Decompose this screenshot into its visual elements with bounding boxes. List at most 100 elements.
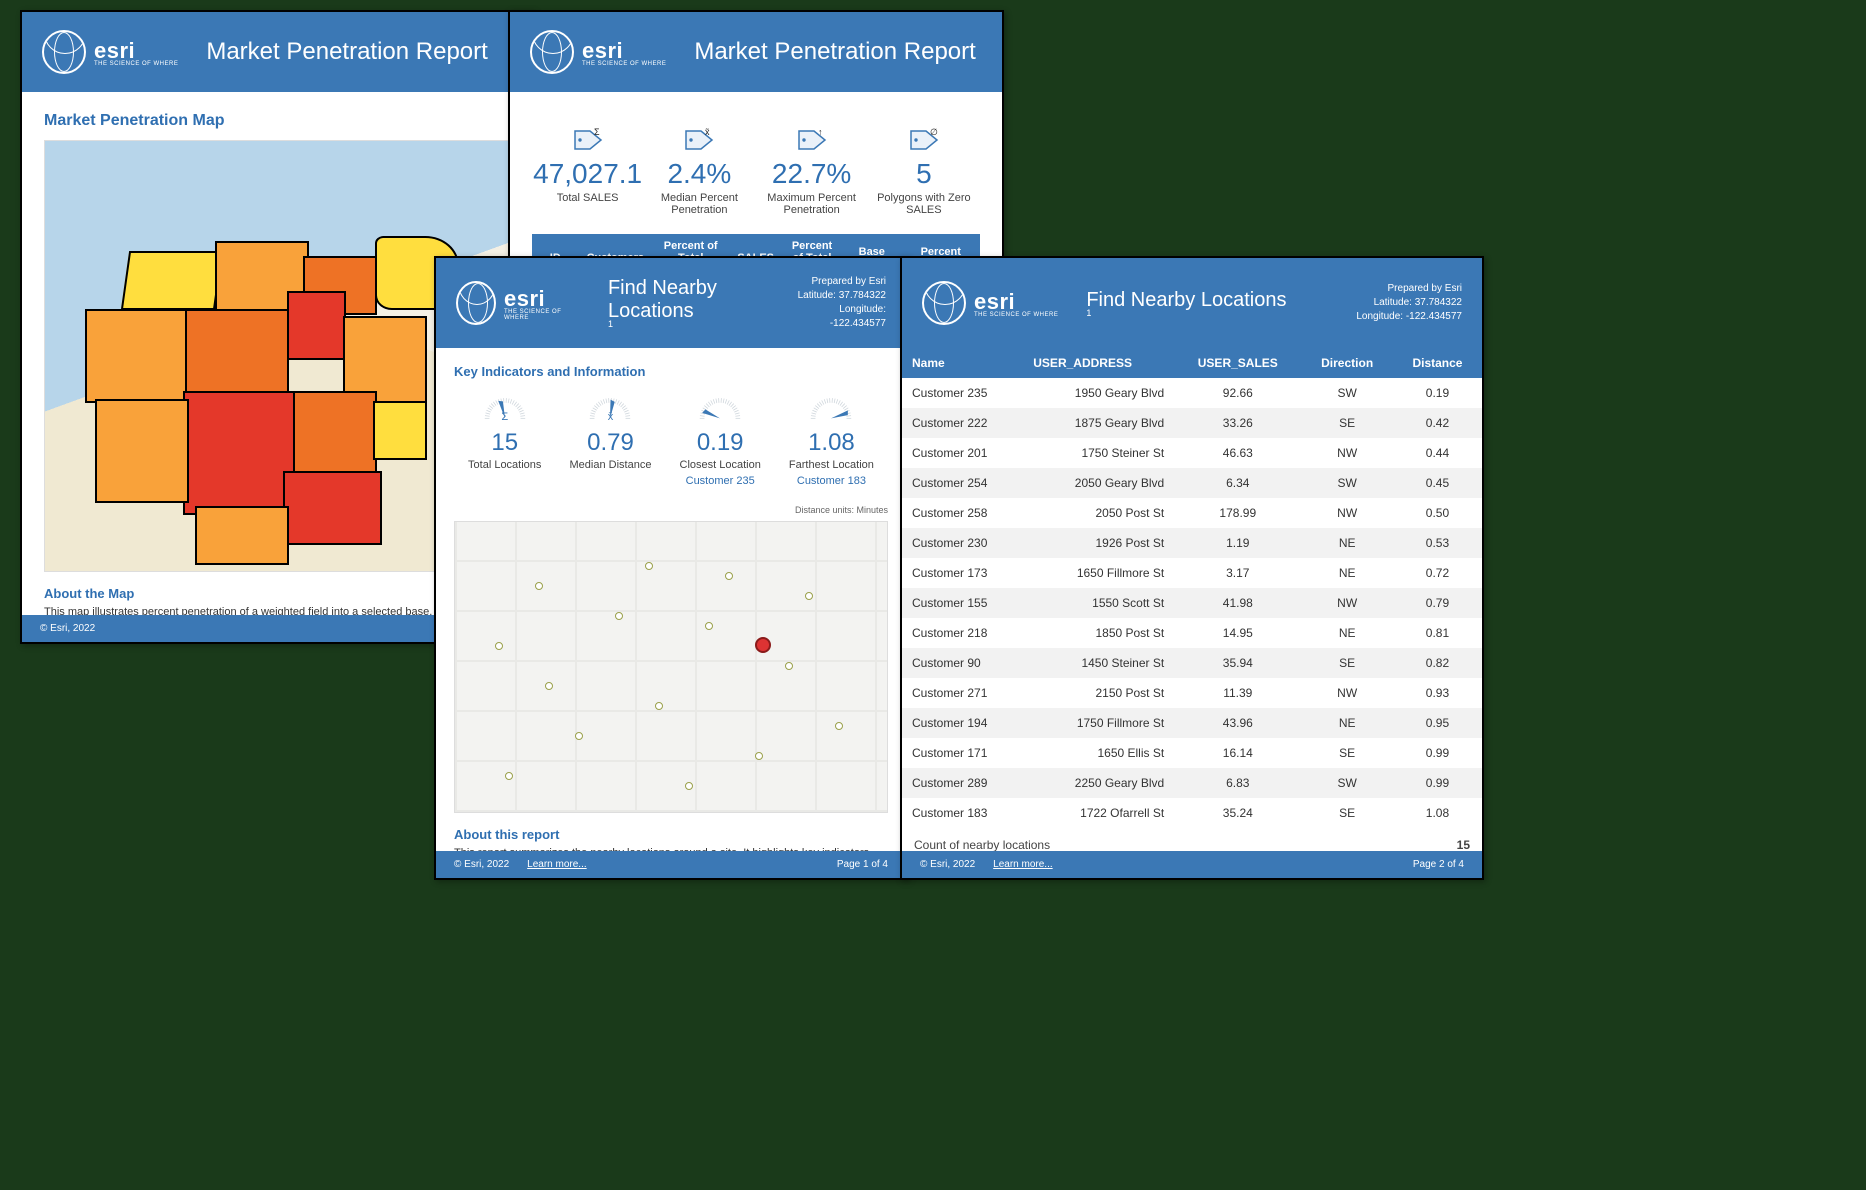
col-header: USER_SALES: [1174, 348, 1301, 378]
page-header: esri THE SCIENCE OF WHERE Find Nearby Lo…: [436, 258, 906, 348]
cell: 1850 Post St: [1023, 618, 1174, 648]
esri-logo: esri THE SCIENCE OF WHERE: [922, 281, 1058, 325]
page-footer: © Esri, 2022 Learn more... Page 1 of 4: [436, 851, 906, 878]
brand-tagline: THE SCIENCE OF WHERE: [974, 312, 1058, 318]
cell: 92.66: [1174, 378, 1301, 408]
cell: Customer 171: [902, 738, 1023, 768]
cell: SE: [1301, 738, 1393, 768]
table-row: Customer 2542050 Geary Blvd6.34SW0.45: [902, 468, 1482, 498]
nearby-map: [454, 521, 888, 813]
col-header: Direction: [1301, 348, 1393, 378]
latitude: Latitude: 37.784322: [790, 289, 886, 303]
page-number: Page 1 of 4: [837, 859, 888, 870]
cell: 178.99: [1174, 498, 1301, 528]
table-row: Customer 2011750 Steiner St46.63NW0.44: [902, 438, 1482, 468]
prepared-by: Prepared by Esri: [1356, 282, 1462, 296]
summary-cards: Σ 47,027.1 Total SALES x̃ 2.4% Median Pe…: [532, 118, 980, 216]
cell: Customer 271: [902, 678, 1023, 708]
page-header: esri THE SCIENCE OF WHERE Find Nearby Lo…: [902, 258, 1482, 348]
learn-more-link[interactable]: Learn more...: [527, 859, 586, 870]
site-pin-icon: [755, 637, 771, 653]
section-title: Key Indicators and Information: [454, 364, 888, 379]
learn-more-link[interactable]: Learn more...: [993, 859, 1052, 870]
cell: Customer 218: [902, 618, 1023, 648]
svg-text:↑: ↑: [818, 128, 823, 137]
latitude: Latitude: 37.784322: [1356, 296, 1462, 310]
page-header: esri THE SCIENCE OF WHERE Market Penetra…: [510, 12, 1002, 92]
cell: Customer 155: [902, 588, 1023, 618]
section-title: Market Penetration Map: [44, 112, 510, 130]
brand-tagline: THE SCIENCE OF WHERE: [504, 309, 580, 321]
cell: 1650 Fillmore St: [1023, 558, 1174, 588]
card-label: Median Distance: [570, 459, 652, 471]
cell: Customer 173: [902, 558, 1023, 588]
tag-icon: Σ: [572, 118, 604, 152]
copyright: © Esri, 2022: [920, 859, 975, 870]
cell: 0.82: [1393, 648, 1482, 678]
summary-card: Σ 47,027.1 Total SALES: [533, 118, 642, 216]
cell: Customer 194: [902, 708, 1023, 738]
summary-card: ↑ 22.7% Maximum Percent Penetration: [757, 118, 867, 216]
esri-logo: esri THE SCIENCE OF WHERE: [530, 30, 666, 74]
copyright: © Esri, 2022: [40, 623, 95, 634]
header-meta: Prepared by Esri Latitude: 37.784322 Lon…: [1356, 282, 1462, 324]
table-row: Customer 2181850 Post St14.95NE0.81: [902, 618, 1482, 648]
cell: 2050 Post St: [1023, 498, 1174, 528]
about-title: About this report: [454, 827, 888, 842]
count-label: Count of nearby locations: [914, 838, 1050, 851]
card-label: Total SALES: [557, 192, 619, 204]
cell: NW: [1301, 438, 1393, 468]
svg-text:∅: ∅: [930, 128, 938, 137]
cell: 2050 Geary Blvd: [1023, 468, 1174, 498]
cell: 1550 Scott St: [1023, 588, 1174, 618]
cell: 1750 Fillmore St: [1023, 708, 1174, 738]
longitude: Longitude: -122.434577: [1356, 310, 1462, 324]
cell: 6.83: [1174, 768, 1301, 798]
gauge-icon: [696, 389, 744, 423]
table-row: Customer 1551550 Scott St41.98NW0.79: [902, 588, 1482, 618]
cell: 0.45: [1393, 468, 1482, 498]
cell: Customer 254: [902, 468, 1023, 498]
card-label: Total Locations: [468, 459, 541, 471]
cell: 0.95: [1393, 708, 1482, 738]
col-header: Name: [902, 348, 1023, 378]
card-value: 47,027.1: [533, 158, 642, 190]
report-title: Market Penetration Report: [694, 38, 975, 66]
report-page-nearby-summary: esri THE SCIENCE OF WHERE Find Nearby Lo…: [434, 256, 908, 880]
cell: SW: [1301, 378, 1393, 408]
card-link[interactable]: Customer 235: [686, 475, 755, 487]
globe-icon: [530, 30, 574, 74]
cell: 3.17: [1174, 558, 1301, 588]
cell: 0.79: [1393, 588, 1482, 618]
card-value: 5: [916, 158, 932, 190]
cell: 1950 Geary Blvd: [1023, 378, 1174, 408]
page-number: Page 2 of 4: [1413, 859, 1464, 870]
card-label: Median Percent Penetration: [644, 192, 754, 216]
indicator-card: 0.19 Closest Location Customer 235: [680, 389, 761, 487]
tag-icon: ∅: [908, 118, 940, 152]
cell: 1926 Post St: [1023, 528, 1174, 558]
cell: 6.34: [1174, 468, 1301, 498]
cell: 2150 Post St: [1023, 678, 1174, 708]
table-row: Customer 901450 Steiner St35.94SE0.82: [902, 648, 1482, 678]
cell: 1722 Ofarrell St: [1023, 798, 1174, 828]
card-label: Polygons with Zero SALES: [869, 192, 979, 216]
table-row: Customer 2351950 Geary Blvd92.66SW0.19: [902, 378, 1482, 408]
report-title: Market Penetration Report: [206, 38, 487, 66]
svg-text:x̃: x̃: [705, 128, 710, 137]
cell: 11.39: [1174, 678, 1301, 708]
cell: 0.99: [1393, 738, 1482, 768]
card-label: Maximum Percent Penetration: [757, 192, 867, 216]
card-link[interactable]: Customer 183: [797, 475, 866, 487]
indicator-card: 1.08 Farthest Location Customer 183: [789, 389, 874, 487]
cell: NW: [1301, 588, 1393, 618]
copyright: © Esri, 2022: [454, 859, 509, 870]
cell: SW: [1301, 768, 1393, 798]
indicator-card: Σ 15 Total Locations: [468, 389, 541, 487]
page-footer: © Esri, 2022 Learn more... Page 2 of 4: [902, 851, 1482, 878]
page-header: esri THE SCIENCE OF WHERE Market Penetra…: [22, 12, 532, 92]
brand-tagline: THE SCIENCE OF WHERE: [582, 61, 666, 67]
cell: 0.72: [1393, 558, 1482, 588]
table-row: Customer 1711650 Ellis St16.14SE0.99: [902, 738, 1482, 768]
cell: SE: [1301, 648, 1393, 678]
